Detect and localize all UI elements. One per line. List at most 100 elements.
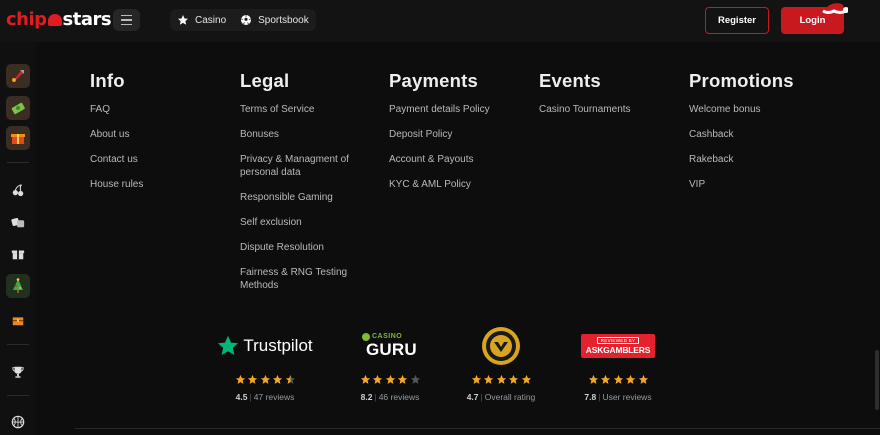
footer-link-privacy[interactable]: Privacy & Managment of personal data: [240, 153, 365, 179]
star-icon: [235, 374, 245, 384]
footer-column-events: Events Casino Tournaments: [539, 70, 631, 128]
trustpilot-logo: Trustpilot: [217, 335, 313, 357]
star-icon: [247, 374, 258, 384]
footer-link-cashback[interactable]: Cashback: [689, 128, 794, 141]
column-title: Info: [90, 70, 125, 91]
santa-hat-icon: [822, 3, 848, 14]
star-icon: [521, 374, 531, 384]
footer-link-vip[interactable]: VIP: [689, 178, 794, 191]
footer-column-legal: Legal Terms of Service Bonuses Privacy &…: [240, 70, 365, 304]
column-title: Payments: [389, 70, 479, 91]
footer-link-welcome-bonus[interactable]: Welcome bonus: [689, 103, 794, 116]
star-icon: [360, 374, 370, 384]
star-icon: [496, 374, 506, 384]
star-icon: [410, 374, 420, 384]
footer-link-rakeback[interactable]: Rakeback: [689, 153, 794, 166]
review-casino-rewards[interactable]: 4.7 | Overall rating: [446, 327, 556, 402]
footer-column-info: Info FAQ About us Contact us House rules: [90, 70, 143, 203]
star-icon: [285, 374, 295, 384]
rocket-icon: [12, 70, 24, 82]
rating-stars: [335, 374, 445, 385]
christmas-tree-icon: [13, 278, 23, 293]
treasure-chest-icon: [12, 317, 24, 326]
footer-link-account-payouts[interactable]: Account & Payouts: [389, 153, 490, 166]
sidebar-item-christmas-tree[interactable]: [6, 274, 30, 298]
star-icon: [372, 374, 383, 384]
nav-sportsbook[interactable]: Sportsbook: [240, 14, 309, 26]
nav-casino[interactable]: Casino: [177, 14, 226, 26]
basketball-icon: [11, 415, 25, 429]
star-icon: [613, 374, 623, 384]
sidebar-item-cherries[interactable]: [6, 178, 30, 202]
footer-link-fairness-rng[interactable]: Fairness & RNG Testing Methods: [240, 266, 365, 292]
footer-link-bonuses[interactable]: Bonuses: [240, 128, 365, 141]
footer-link-about-us[interactable]: About us: [90, 128, 143, 141]
sidebar-item-cash[interactable]: [6, 96, 30, 120]
footer-link-payment-details-policy[interactable]: Payment details Policy: [389, 103, 490, 116]
footer-link-contact-us[interactable]: Contact us: [90, 153, 143, 166]
column-title: Promotions: [689, 70, 794, 91]
site-logo[interactable]: chip stars: [6, 9, 112, 30]
rating-score: 8.2: [360, 392, 373, 402]
sidebar-item-trophy[interactable]: [6, 360, 30, 384]
sidebar-divider: [7, 395, 29, 396]
star-icon: [272, 374, 283, 384]
rating-stars: [210, 374, 320, 385]
review-askgamblers[interactable]: REVIEWED BY ASKGAMBLERS 7.8 | User reviews: [563, 328, 673, 402]
rating-stars: [446, 374, 556, 385]
register-button[interactable]: Register: [705, 7, 769, 34]
review-casino-guru[interactable]: CASINO GURU 8.2 | 46 reviews: [335, 328, 445, 402]
rating-stars: [563, 374, 673, 385]
sidebar-divider: [7, 162, 29, 163]
page-scrollbar[interactable]: [875, 350, 879, 410]
dice-icon: [11, 218, 25, 228]
trustpilot-star-icon: [218, 335, 239, 355]
review-trustpilot[interactable]: Trustpilot 4.5 | 47 reviews: [210, 328, 320, 402]
casino-guru-logo: CASINO GURU: [362, 331, 418, 361]
present-icon: [11, 250, 25, 260]
footer-link-dispute-resolution[interactable]: Dispute Resolution: [240, 241, 365, 254]
footer-link-house-rules[interactable]: House rules: [90, 178, 143, 191]
star-icon: [471, 374, 481, 384]
sidebar-divider: [7, 344, 29, 345]
star-icon: [508, 374, 519, 384]
askgamblers-logo: REVIEWED BY ASKGAMBLERS: [581, 334, 655, 358]
sidebar-item-rocket[interactable]: [6, 64, 30, 88]
footer-column-payments: Payments Payment details Policy Deposit …: [389, 70, 490, 203]
star-icon: [397, 374, 408, 384]
footer-link-self-exclusion[interactable]: Self exclusion: [240, 216, 365, 229]
santa-hat-icon: [47, 14, 62, 26]
trophy-icon: [12, 366, 24, 378]
rating-score: 7.8: [584, 392, 597, 402]
sidebar-item-present[interactable]: [6, 242, 30, 266]
rating-score: 4.5: [235, 392, 248, 402]
review-count: 46 reviews: [378, 392, 420, 402]
sidebar-item-basketball[interactable]: [6, 410, 30, 434]
casino-rewards-seal-icon: [482, 327, 520, 365]
star-icon: [588, 374, 598, 384]
footer-link-responsible-gaming[interactable]: Responsible Gaming: [240, 191, 365, 204]
footer-link-faq[interactable]: FAQ: [90, 103, 143, 116]
star-icon: [483, 374, 494, 384]
column-title: Legal: [240, 70, 290, 91]
footer-divider: [75, 428, 880, 429]
login-button[interactable]: Login: [781, 3, 848, 34]
footer-link-terms[interactable]: Terms of Service: [240, 103, 365, 116]
rating-score: 4.7: [466, 392, 479, 402]
sidebar: [0, 42, 36, 435]
soccer-ball-icon: [241, 15, 252, 25]
sidebar-item-treasure-chest[interactable]: [6, 308, 30, 332]
hamburger-menu-button[interactable]: [113, 9, 140, 31]
top-nav: Casino Sportsbook: [170, 9, 316, 31]
footer-link-casino-tournaments[interactable]: Casino Tournaments: [539, 103, 631, 116]
top-bar: chip stars Casino Sportsbook Register Log…: [0, 0, 880, 42]
footer-column-promotions: Promotions Welcome bonus Cashback Rakeba…: [689, 70, 794, 203]
sidebar-item-dice[interactable]: [6, 210, 30, 234]
star-icon: [385, 374, 395, 384]
review-count: 47 reviews: [253, 392, 295, 402]
review-count: Overall rating: [484, 392, 536, 402]
footer-link-deposit-policy[interactable]: Deposit Policy: [389, 128, 490, 141]
sidebar-item-gift-box[interactable]: [6, 126, 30, 150]
footer-link-kyc-aml[interactable]: KYC & AML Policy: [389, 178, 490, 191]
star-icon: [260, 374, 270, 384]
